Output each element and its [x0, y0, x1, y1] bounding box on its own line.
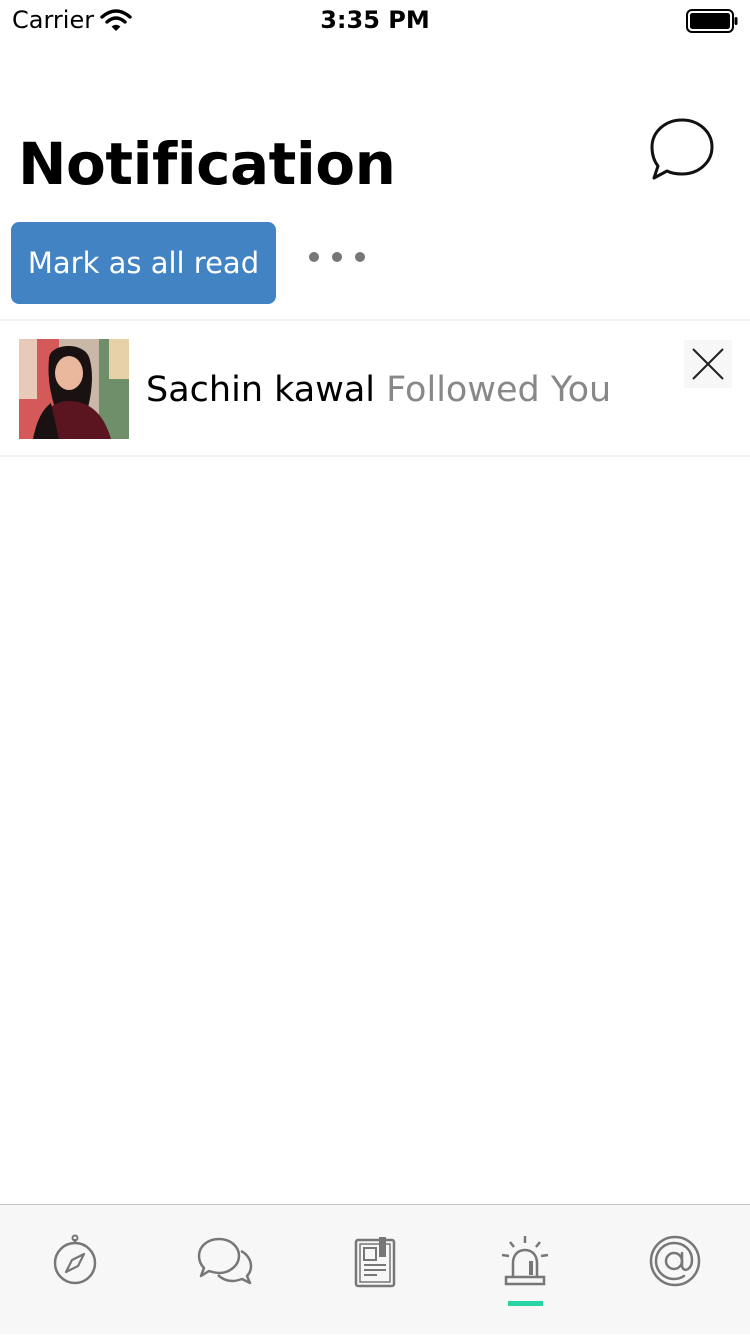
page-title: Notification [18, 130, 396, 198]
notification-action: Followed You [386, 370, 612, 410]
chat-bubbles-icon [197, 1237, 253, 1285]
tab-mentions[interactable] [600, 1205, 750, 1335]
close-icon[interactable] [684, 340, 732, 388]
chat-bubble-icon[interactable] [646, 114, 718, 186]
alarm-siren-icon [501, 1236, 549, 1286]
at-sign-icon [649, 1235, 701, 1287]
tab-explore[interactable] [0, 1205, 150, 1335]
tab-alerts[interactable] [450, 1205, 600, 1335]
status-bar: Carrier 3:35 PM [0, 0, 750, 40]
tab-news[interactable] [300, 1205, 450, 1335]
notification-text: Sachin kawal Followed You [146, 368, 611, 412]
battery-icon [686, 9, 738, 33]
divider [0, 455, 750, 457]
tab-bar [0, 1204, 750, 1334]
tab-chats[interactable] [150, 1205, 300, 1335]
divider [0, 319, 750, 321]
notification-item[interactable]: Sachin kawal Followed You [0, 322, 750, 455]
more-dots-icon[interactable] [302, 240, 374, 274]
compass-icon [53, 1234, 97, 1285]
news-icon [354, 1237, 396, 1288]
mark-all-read-button[interactable]: Mark as all read [11, 222, 276, 304]
active-tab-indicator [508, 1301, 543, 1306]
clock: 3:35 PM [320, 6, 430, 34]
avatar [19, 339, 129, 439]
notification-user-name[interactable]: Sachin kawal [146, 370, 375, 410]
